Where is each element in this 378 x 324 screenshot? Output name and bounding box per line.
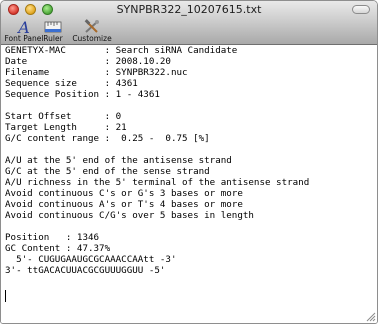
text-cursor — [5, 290, 6, 302]
text-line: Date : 2008.10.20 — [5, 56, 171, 67]
customize-button[interactable]: Customize — [70, 19, 114, 44]
text-line: 3'- ttGACACUUACGCGUUUGGUU -5' — [5, 265, 166, 276]
text-line: Filename : SYNPBR322.nuc — [5, 67, 188, 78]
text-line: Avoid continuous C/G's over 5 bases in l… — [5, 210, 254, 221]
document-window: SYNPBR322_10207615.txt A Font Panel Rule… — [0, 0, 378, 324]
font-panel-icon: A — [16, 19, 30, 35]
document-text[interactable]: GENETYX-MAC : Search siRNA Candidate Dat… — [5, 45, 371, 276]
text-line: Avoid continuous C's or G's 3 bases or m… — [5, 188, 243, 199]
toolbar-toggle-button[interactable] — [352, 5, 370, 14]
title-bar[interactable]: SYNPBR322_10207615.txt — [1, 1, 377, 19]
text-line: A/U richness in the 5' terminal of the a… — [5, 177, 310, 188]
text-line: A/U at the 5' end of the antisense stran… — [5, 155, 232, 166]
ruler-label: Ruler — [43, 34, 63, 43]
customize-icon — [84, 19, 99, 33]
text-line: Start Offset : 0 — [5, 111, 122, 122]
text-line: Position : 1346 — [5, 232, 100, 243]
customize-label: Customize — [72, 34, 112, 43]
text-line: Sequence Position : 1 - 4361 — [5, 89, 160, 100]
text-editor[interactable]: GENETYX-MAC : Search siRNA Candidate Dat… — [1, 45, 377, 323]
text-line: G/C content range : 0.25 - 0.75 [%] — [5, 133, 210, 144]
text-line: 5'- CUGUGAAUGCGCAAACCAAtt -3' — [5, 254, 177, 265]
text-line: Target Length : 21 — [5, 122, 127, 133]
text-line: GENETYX-MAC : Search siRNA Candidate — [5, 45, 238, 56]
ruler-button[interactable]: Ruler — [35, 19, 71, 44]
text-line: GC Content : 47.37% — [5, 243, 111, 254]
text-line: Sequence size : 4361 — [5, 78, 138, 89]
svg-text:A: A — [16, 19, 30, 35]
ruler-icon — [44, 21, 62, 33]
text-line: G/C at the 5' end of the sense strand — [5, 166, 210, 177]
text-line: Avoid continuous A's or T's 4 bases or m… — [5, 199, 243, 210]
resize-grip-icon[interactable] — [364, 310, 376, 322]
toolbar: A Font Panel Ruler Customize — [1, 19, 377, 45]
window-title: SYNPBR322_10207615.txt — [116, 3, 262, 16]
